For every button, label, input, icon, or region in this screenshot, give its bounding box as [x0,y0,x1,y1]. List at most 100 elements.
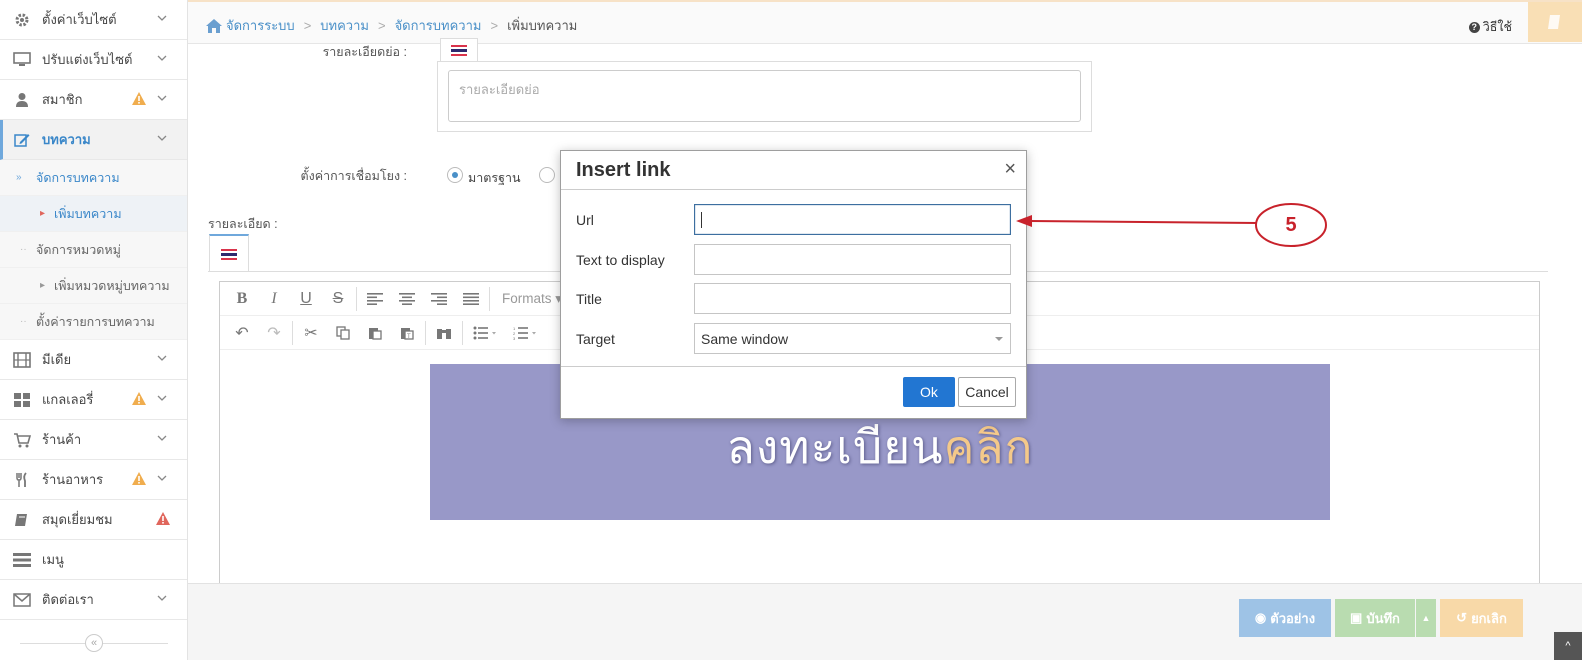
align-justify-icon[interactable] [455,285,487,313]
breadcrumb-current: เพิ่มบทความ [507,18,578,33]
italic-icon[interactable]: I [258,285,290,313]
numbered-list-icon[interactable]: 123 [505,319,545,347]
sidebar-item-customize[interactable]: ปรับแต่งเว็บไซต์ [0,40,187,80]
summary-language-tab[interactable] [440,38,478,62]
action-bar: ◉ ตัวอย่าง ▣ บันทึก ▲ ↺ ยกเลิก ^ [188,583,1582,660]
ok-button[interactable]: Ok [903,377,955,407]
caret-right-icon: ▸ [40,208,46,219]
banner-text-accent: คลิก [943,420,1034,473]
scroll-to-top-button[interactable]: ^ [1554,632,1582,660]
breadcrumb-link-manage-articles[interactable]: จัดการบทความ [395,15,482,36]
target-select[interactable]: Same window [694,323,1011,354]
undo-icon[interactable]: ↶ [226,319,258,347]
sidebar-item-label: ติดต่อเรา [42,592,94,607]
sidebar-item-site-settings[interactable]: ตั้งค่าเว็บไซต์ [0,0,187,40]
breadcrumb-link-articles[interactable]: บทความ [320,15,369,36]
chevron-down-icon [157,135,167,141]
formats-label: Formats [502,290,552,306]
title-input[interactable] [694,283,1011,314]
home-icon[interactable] [206,18,222,33]
thai-flag-icon [451,45,467,56]
cart-icon [12,430,32,450]
bullet-list-icon[interactable] [465,319,505,347]
align-left-icon[interactable] [359,285,391,313]
help-link[interactable]: ? วิธีใช้ [1468,17,1512,37]
close-icon[interactable]: × [1004,158,1016,181]
link-option-other-radio[interactable] [539,167,555,183]
help-label: วิธีใช้ [1482,20,1512,34]
cancel-button[interactable]: ↺ ยกเลิก [1440,599,1523,637]
text-caret [701,211,702,228]
summary-label: รายละเอียดย่อ : [322,45,407,59]
sidebar-item-guestbook[interactable]: สมุดเยี่ยมชม [0,500,187,540]
warning-icon [132,92,146,105]
sidebar-item-media[interactable]: มีเดีย [0,340,187,380]
detail-language-tab[interactable] [209,234,249,272]
redo-icon[interactable]: ↷ [258,319,290,347]
summary-textarea[interactable]: รายละเอียดย่อ [448,70,1081,122]
sidebar-subitem-manage-categories[interactable]: ·· จัดการหมวดหมู่ [0,232,187,268]
eye-icon: ◉ [1254,610,1267,625]
save-button[interactable]: ▣ บันทึก [1335,599,1415,637]
svg-text:3: 3 [513,336,516,340]
sidebar-item-gallery[interactable]: แกลเลอรี่ [0,380,187,420]
manual-button[interactable] [1528,2,1582,42]
text-to-display-input[interactable] [694,244,1011,275]
align-center-icon[interactable] [391,285,423,313]
breadcrumb-separator: > [377,18,386,33]
grid-icon [12,390,32,410]
cancel-label: ยกเลิก [1471,610,1507,626]
dash-icon: ·· [20,316,27,327]
chevron-up-icon: ^ [1565,640,1571,652]
film-icon [12,350,32,370]
sidebar-item-menu[interactable]: เมนู [0,540,187,580]
sidebar-subitem-article-settings[interactable]: ·· ตั้งค่ารายการบทความ [0,304,187,340]
sidebar-subitem-manage-articles[interactable]: » จัดการบทความ [0,160,187,196]
svg-text:T: T [407,334,411,340]
toolbar-separator [462,320,463,345]
link-option-standard-radio[interactable] [447,167,463,183]
top-bar: จัดการระบบ > บทความ > จัดการบทความ > เพิ… [188,0,1582,44]
breadcrumb-link-system[interactable]: จัดการระบบ [226,15,295,36]
text-to-display-label: Text to display [576,251,665,268]
chevron-down-icon [157,435,167,441]
url-input[interactable] [694,204,1011,235]
copy-icon[interactable] [327,319,359,347]
strikethrough-icon[interactable]: S [322,285,354,313]
sidebar-item-articles[interactable]: บทความ [0,120,187,160]
find-icon[interactable] [428,319,460,347]
question-circle-icon: ? [1468,21,1480,33]
align-right-icon[interactable] [423,285,455,313]
paste-icon[interactable] [359,319,391,347]
toolbar-separator [425,320,426,345]
bold-icon[interactable]: B [226,285,258,313]
sidebar-item-shop[interactable]: ร้านค้า [0,420,187,460]
sidebar-item-label: ปรับแต่งเว็บไซต์ [42,52,133,67]
cut-icon[interactable]: ✂ [295,319,327,347]
sidebar-subitem-add-category[interactable]: ▸ เพิ่มหมวดหมู่บทความ [0,268,187,304]
url-row: Url [576,204,1011,235]
sidebar-item-restaurant[interactable]: ร้านอาหาร [0,460,187,500]
sidebar-subitem-label: เพิ่มหมวดหมู่บทความ [54,278,170,293]
sidebar-item-contact[interactable]: ติดต่อเรา [0,580,187,620]
sidebar: ตั้งค่าเว็บไซต์ ปรับแต่งเว็บไซต์ สมาชิก … [0,0,188,660]
sidebar-item-members[interactable]: สมาชิก [0,80,187,120]
formats-dropdown[interactable]: Formats ▾ [502,291,562,307]
target-label: Target [576,330,615,347]
cancel-dialog-button[interactable]: Cancel [958,377,1016,407]
sidebar-subitem-add-article[interactable]: ▸ เพิ่มบทความ [0,196,187,232]
chevron-down-icon [157,595,167,601]
dialog-title: Insert link [576,158,671,181]
save-options-button[interactable]: ▲ [1416,599,1436,637]
chevron-down-icon [995,336,1003,341]
preview-button[interactable]: ◉ ตัวอย่าง [1239,599,1331,637]
paste-text-icon[interactable]: T [391,319,423,347]
url-label: Url [576,211,594,228]
warning-icon [156,512,170,525]
utensils-icon [12,470,32,490]
underline-icon[interactable]: U [290,285,322,313]
sidebar-item-label: เมนู [42,552,64,567]
chevron-down-icon [157,355,167,361]
sidebar-collapse-button[interactable]: « [0,626,188,660]
link-option-standard-label: มาตรฐาน [468,171,521,185]
